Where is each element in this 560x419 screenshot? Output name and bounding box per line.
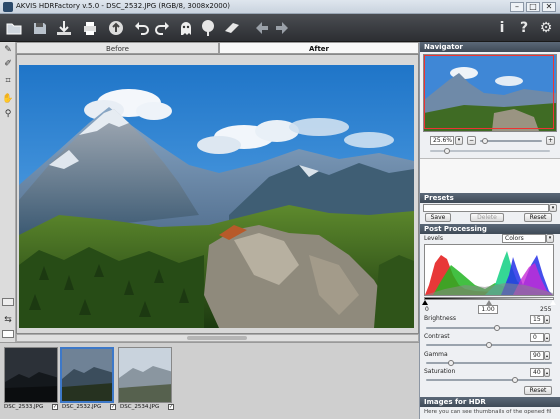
- zoom-slider[interactable]: [480, 140, 542, 142]
- undo-icon[interactable]: [132, 18, 152, 38]
- redo-icon[interactable]: [152, 18, 172, 38]
- open-folder-icon[interactable]: [4, 18, 24, 38]
- eraser-icon[interactable]: ✐: [2, 58, 14, 70]
- saturation-label: Saturation: [424, 368, 456, 375]
- preset-dropdown-arrow[interactable]: ▾: [549, 204, 557, 212]
- presets-save-button[interactable]: Save: [425, 213, 451, 222]
- arrow-right-icon[interactable]: [272, 18, 292, 38]
- app-icon: [3, 2, 13, 12]
- brightness-value[interactable]: 15: [530, 315, 544, 324]
- navigator-slider-thumb[interactable]: [444, 148, 450, 154]
- info-icon[interactable]: i: [492, 18, 512, 38]
- images-for-hdr-text: Here you can see thumbnails of the opene…: [424, 409, 552, 415]
- zoom-field[interactable]: 25.6%: [430, 136, 454, 145]
- scrollbar-thumb[interactable]: [187, 336, 247, 340]
- tube-icon[interactable]: [222, 18, 242, 38]
- upload-icon[interactable]: [106, 18, 126, 38]
- gamma-slider-thumb[interactable]: [448, 360, 454, 366]
- horizontal-scrollbar[interactable]: [16, 334, 419, 342]
- presets-delete-button[interactable]: Delete: [470, 213, 504, 222]
- navigator-preview[interactable]: [423, 54, 557, 132]
- tab-before[interactable]: Before: [16, 42, 219, 54]
- levels-white-input[interactable]: 255: [540, 306, 551, 313]
- contrast-label: Contrast: [424, 333, 450, 340]
- background-swatch-icon[interactable]: [2, 330, 14, 338]
- levels-gamma-input[interactable]: 1.00: [478, 305, 498, 314]
- tab-after[interactable]: After: [219, 42, 419, 54]
- post-reset-button[interactable]: Reset: [524, 386, 552, 395]
- thumbnail-dsc2532[interactable]: [60, 347, 114, 403]
- thumbnail-dsc2533[interactable]: [4, 347, 58, 403]
- thumbnail-checkbox[interactable]: ✓: [110, 404, 116, 410]
- settings-icon[interactable]: ⚙: [536, 18, 556, 38]
- thumbnail-label: DSC_2533.JPG: [4, 404, 44, 410]
- hand-icon[interactable]: ✋: [2, 93, 14, 105]
- contrast-slider-thumb[interactable]: [486, 342, 492, 348]
- landscape-photo: [19, 65, 414, 328]
- swap-icon[interactable]: ⇆: [2, 314, 14, 326]
- crop-icon[interactable]: ⌗: [2, 75, 14, 87]
- zoom-slider-thumb[interactable]: [482, 138, 488, 144]
- navigator-header: Navigator: [420, 42, 560, 52]
- saturation-value[interactable]: 40: [530, 368, 544, 377]
- thumbnail-label: DSC_2532.JPG: [62, 404, 102, 410]
- brightness-slider[interactable]: [426, 327, 552, 329]
- filmstrip: DSC_2533.JPG ✓ DSC_2532.JPG ✓ DSC_2534.J…: [0, 342, 419, 419]
- tree-icon[interactable]: [198, 18, 218, 38]
- gamma-value[interactable]: 90: [530, 351, 544, 360]
- contrast-value[interactable]: 0: [530, 333, 544, 342]
- preset-select[interactable]: [423, 204, 549, 212]
- presets-reset-button[interactable]: Reset: [524, 213, 552, 222]
- levels-black-input[interactable]: 0: [425, 306, 429, 313]
- images-for-hdr-header: Images for HDR: [420, 397, 560, 407]
- brightness-spinner[interactable]: ▴: [544, 315, 550, 324]
- window-title: AKVIS HDRFactory v.5.0 - DSC_2532.JPG (R…: [16, 2, 230, 10]
- channel-select[interactable]: Colors: [502, 234, 546, 243]
- black-point-handle[interactable]: [422, 300, 428, 305]
- import-icon[interactable]: [54, 18, 74, 38]
- thumbnail-dsc2534[interactable]: [118, 347, 172, 403]
- close-button[interactable]: ✕: [542, 2, 556, 12]
- arrow-left-icon[interactable]: [252, 18, 272, 38]
- right-panel: Navigator 25.6% ▾ − + Presets ▾ Save Del…: [419, 42, 560, 419]
- minimize-button[interactable]: –: [510, 2, 524, 12]
- zoom-dropdown[interactable]: ▾: [455, 136, 463, 145]
- histogram: [424, 244, 554, 296]
- brush-icon[interactable]: ✎: [2, 44, 14, 56]
- white-point-handle[interactable]: [550, 300, 556, 305]
- saturation-spinner[interactable]: ▴: [544, 368, 550, 377]
- post-processing-header: Post Processing: [420, 224, 560, 234]
- maximize-button[interactable]: □: [526, 2, 540, 12]
- ghost-icon[interactable]: [176, 18, 196, 38]
- brightness-slider-thumb[interactable]: [494, 325, 500, 331]
- channel-dropdown-arrow[interactable]: ▾: [546, 234, 554, 243]
- presets-header: Presets: [420, 193, 560, 203]
- levels-label: Levels: [424, 235, 443, 242]
- saturation-slider[interactable]: [426, 379, 552, 381]
- navigator-frame[interactable]: [424, 55, 554, 129]
- thumbnail-checkbox[interactable]: ✓: [52, 404, 58, 410]
- print-icon[interactable]: [80, 18, 100, 38]
- gamma-spinner[interactable]: ▴: [544, 351, 550, 360]
- gamma-label: Gamma: [424, 351, 448, 358]
- navigator-spacer: [420, 158, 560, 193]
- contrast-spinner[interactable]: ▴: [544, 333, 550, 342]
- thumbnail-checkbox[interactable]: ✓: [168, 404, 174, 410]
- tool-column: ✎ ✐ ⌗ ✋ ⚲ ⇆: [0, 42, 16, 342]
- zoom-icon[interactable]: ⚲: [2, 108, 14, 120]
- saturation-slider-thumb[interactable]: [512, 377, 518, 383]
- gamma-slider[interactable]: [426, 362, 552, 364]
- help-icon[interactable]: ?: [514, 18, 534, 38]
- image-viewport[interactable]: [16, 54, 419, 334]
- title-bar: AKVIS HDRFactory v.5.0 - DSC_2532.JPG (R…: [0, 0, 560, 14]
- zoom-out-button[interactable]: −: [467, 136, 476, 145]
- thumbnail-label: DSC_2534.JPG: [120, 404, 160, 410]
- zoom-in-button[interactable]: +: [546, 136, 555, 145]
- swatch-icon[interactable]: [2, 298, 14, 306]
- brightness-label: Brightness: [424, 315, 456, 322]
- save-icon[interactable]: [30, 18, 50, 38]
- toolbar: i ? ⚙: [0, 14, 560, 42]
